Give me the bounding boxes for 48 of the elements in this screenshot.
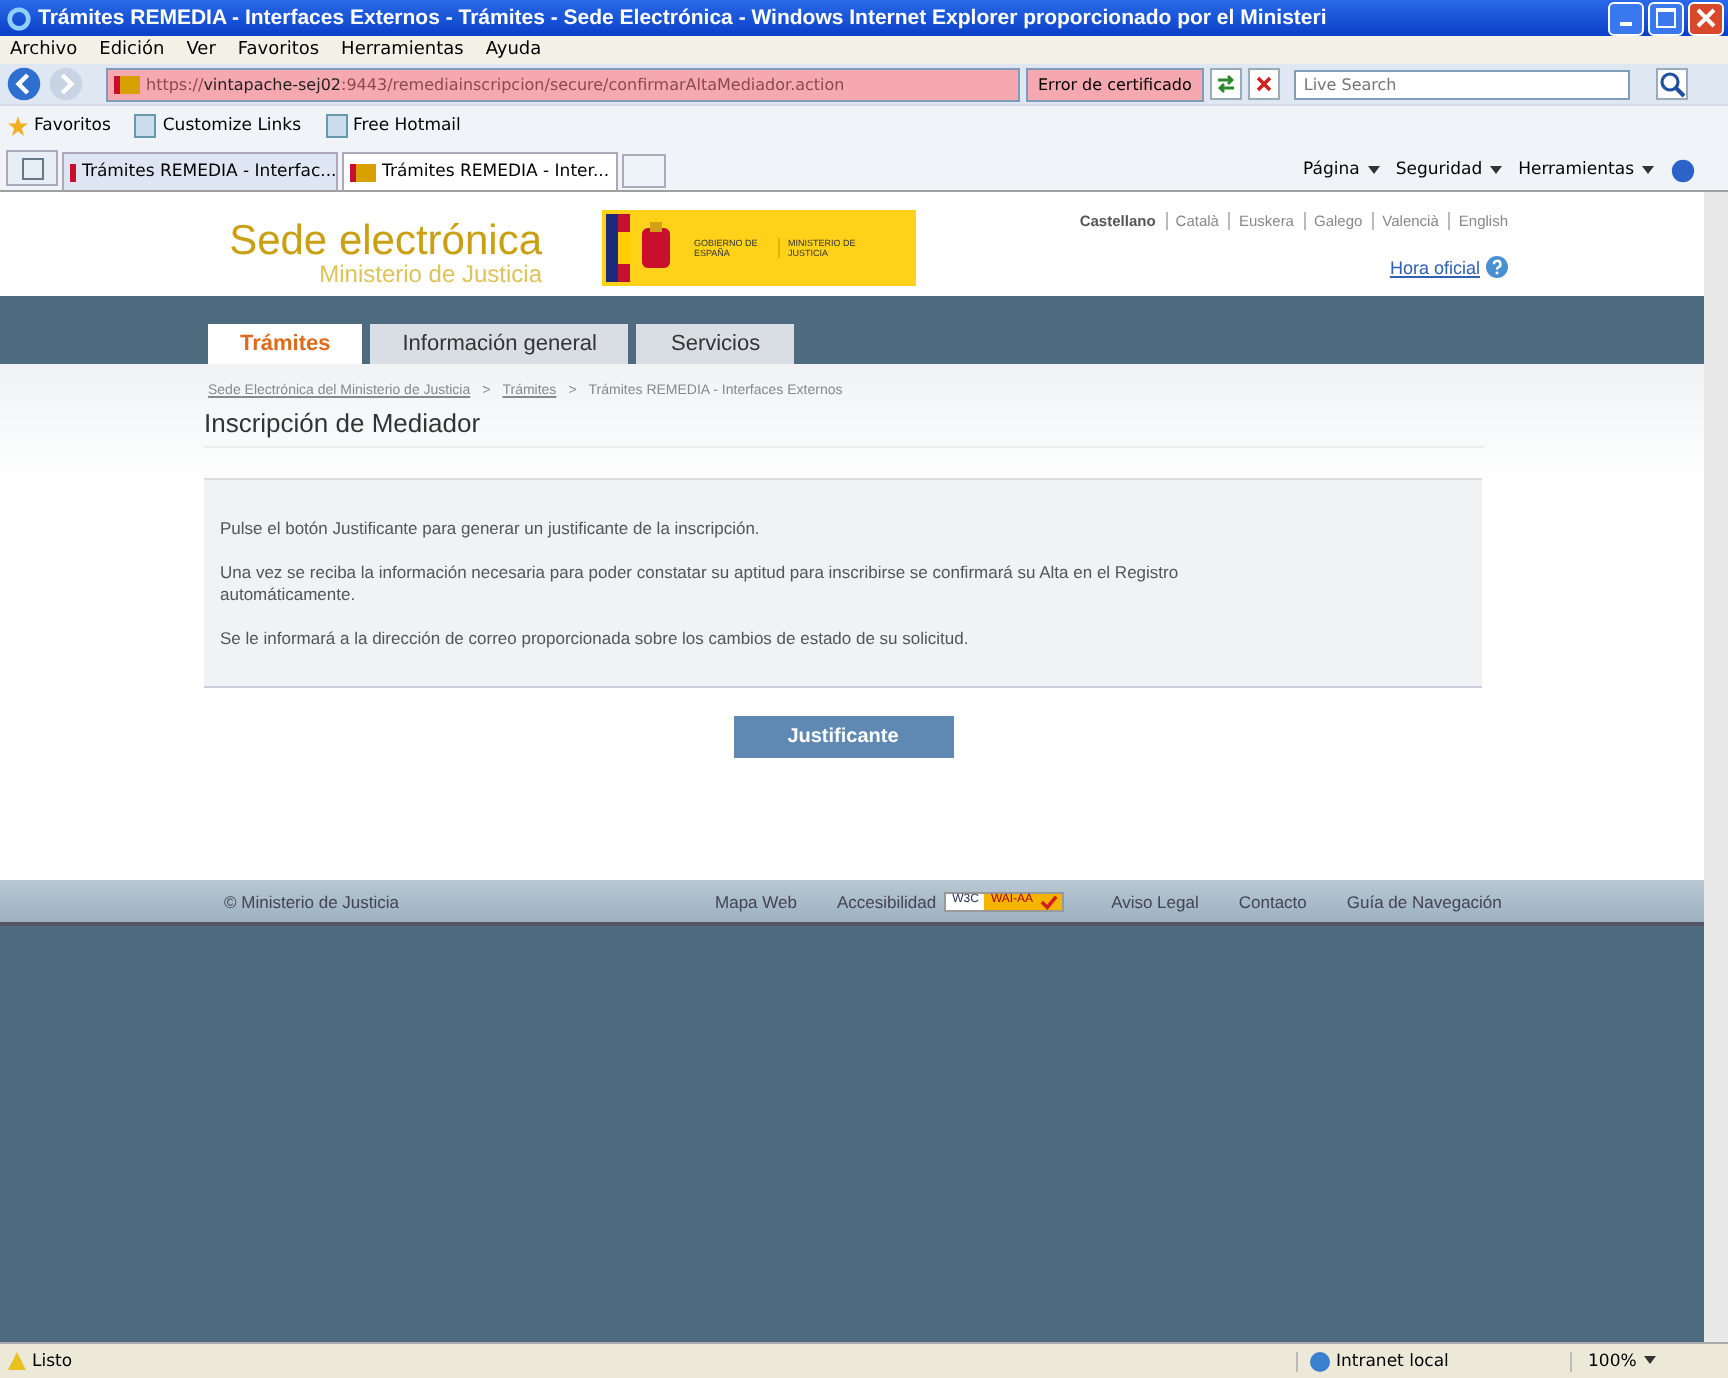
search-field[interactable]: Live Search bbox=[1293, 69, 1630, 99]
back-button[interactable] bbox=[6, 66, 42, 102]
receipt-button[interactable]: Justificante bbox=[733, 716, 953, 758]
nav-tab[interactable]: Información general bbox=[370, 324, 629, 364]
certificate-error-button[interactable]: Error de certificado bbox=[1026, 67, 1204, 101]
menu-item[interactable]: Favoritos bbox=[237, 40, 320, 60]
footer-link[interactable]: Contacto bbox=[1238, 891, 1307, 911]
check-icon bbox=[1039, 893, 1062, 909]
message-text: Se le informará a la dirección de correo proporcionada sobre los cambios de estado de su solicitud. bbox=[220, 628, 971, 650]
command-menu[interactable]: Herramientas bbox=[1518, 160, 1654, 180]
refresh-button[interactable] bbox=[1209, 68, 1242, 100]
close-icon bbox=[1696, 8, 1716, 28]
menu-item[interactable]: Ver bbox=[186, 40, 216, 60]
footer-link[interactable]: Guía de Navegación bbox=[1346, 891, 1502, 911]
favorites-link[interactable]: Customize Links bbox=[134, 114, 302, 138]
search-icon[interactable] bbox=[1655, 68, 1688, 100]
nav-tab[interactable]: Servicios bbox=[636, 324, 795, 364]
site-subtitle: Ministerio de Justicia bbox=[319, 262, 542, 288]
command-menu[interactable]: Seguridad bbox=[1395, 160, 1503, 180]
stop-button[interactable] bbox=[1247, 68, 1280, 100]
page-title: Inscripción de Mediador bbox=[204, 408, 1484, 448]
message-text: Una vez se reciba la información necesaria para poder constatar su aptitud para inscribirse se confirmará su Alta en el Registro automáticamente. bbox=[220, 562, 1181, 606]
footer-link[interactable]: Accesibilidad bbox=[836, 891, 937, 911]
copyright-text: © Ministerio de Justicia bbox=[224, 891, 400, 911]
official-time-link[interactable]: Hora oficial bbox=[1389, 257, 1480, 277]
zoom-level[interactable]: 100% bbox=[1570, 1351, 1728, 1371]
quick-tabs-button[interactable] bbox=[6, 150, 58, 186]
minimize-button[interactable] bbox=[1608, 1, 1644, 35]
address-field[interactable]: https://vintapache-sej02:9443/remediainscripcion/secure/confirmarAltaMediador.action bbox=[106, 67, 1020, 101]
site-title: Sede electrónica bbox=[229, 220, 542, 262]
browser-tab[interactable]: Trámites REMEDIA - Inter... bbox=[342, 152, 618, 190]
favorites-link[interactable]: Favoritos bbox=[8, 116, 111, 136]
security-zone: Intranet local bbox=[1296, 1351, 1570, 1371]
menu-item[interactable]: Edición bbox=[99, 40, 165, 60]
footer-link[interactable]: Aviso Legal bbox=[1111, 891, 1199, 911]
close-button[interactable] bbox=[1688, 1, 1724, 35]
maximize-button[interactable] bbox=[1648, 1, 1684, 35]
window-title: Trámites REMEDIA - Interfaces Externos - Trámites - Sede Electrónica - Windows Internet Explorer proporcionado por el Ministeri bbox=[38, 6, 1329, 30]
menu-item[interactable]: Archivo bbox=[10, 40, 78, 60]
browser-tab[interactable]: Trámites REMEDIA - Interfac... bbox=[62, 152, 338, 190]
menu-item[interactable]: Herramientas bbox=[341, 40, 464, 60]
menu-item[interactable]: Ayuda bbox=[485, 40, 542, 60]
browser-logo-icon bbox=[6, 5, 32, 31]
favorites-link[interactable]: Free Hotmail bbox=[325, 114, 461, 138]
message-text: Pulse el botón Justificante para generar un justificante de la inscripción. bbox=[220, 518, 762, 540]
footer-link[interactable]: Mapa Web bbox=[715, 891, 797, 911]
status-text: Listo bbox=[0, 1351, 1296, 1371]
command-menu[interactable]: Página bbox=[1303, 160, 1380, 180]
